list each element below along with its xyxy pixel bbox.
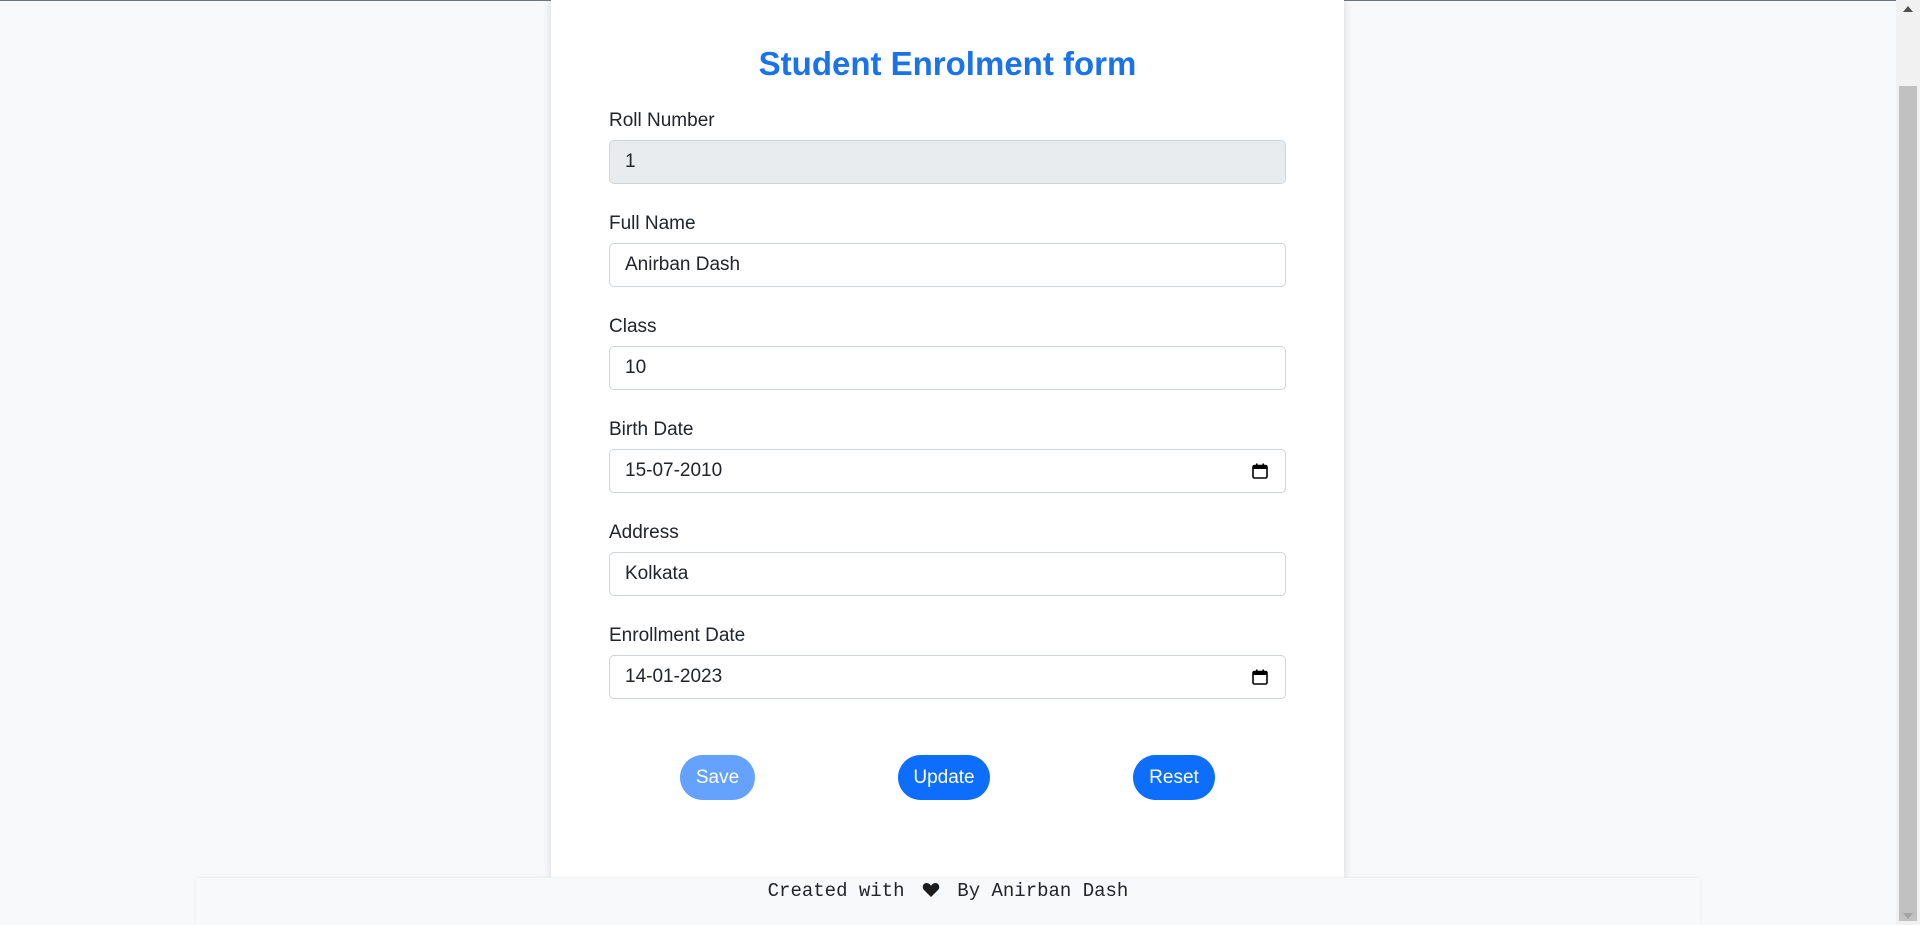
calendar-icon[interactable] [1252,463,1268,479]
full-name-input[interactable]: Anirban Dash [609,243,1286,287]
class-field: Class 10 [609,316,1286,390]
class-label: Class [609,316,657,337]
address-input[interactable]: Kolkata [609,552,1286,596]
scroll-down-arrow-icon[interactable] [1903,913,1913,919]
save-button[interactable]: Save [680,755,755,800]
full-name-label: Full Name [609,213,696,234]
birth-date-label: Birth Date [609,419,694,440]
heart-icon [922,883,940,897]
footer: Created with By Anirban Dash [196,878,1700,925]
address-field: Address Kolkata [609,522,1286,596]
enrolment-card: Student Enrolment form Roll Number 1 Ful… [551,0,1344,878]
scroll-up-arrow-icon[interactable] [1903,6,1913,12]
scroll-thumb[interactable] [1899,86,1917,921]
birth-date-field: Birth Date 15-07-2010 [609,419,1286,493]
footer-prefix: Created with [767,880,905,902]
birth-date-value: 15-07-2010 [625,460,723,481]
enrollment-date-input[interactable]: 14-01-2023 [609,655,1286,699]
enrollment-date-field: Enrollment Date 14-01-2023 [609,625,1286,699]
full-name-field: Full Name Anirban Dash [609,213,1286,287]
enrollment-date-label: Enrollment Date [609,625,746,646]
reset-button[interactable]: Reset [1133,755,1215,800]
calendar-icon[interactable] [1252,669,1268,685]
roll-number-label: Roll Number [609,110,715,131]
update-button[interactable]: Update [898,755,990,800]
roll-number-input[interactable]: 1 [609,140,1286,184]
footer-author: By Anirban Dash [957,880,1129,902]
address-label: Address [609,522,679,543]
vertical-scrollbar[interactable] [1896,0,1920,925]
enrollment-date-value: 14-01-2023 [625,666,723,687]
roll-number-field: Roll Number 1 [609,110,1286,184]
birth-date-input[interactable]: 15-07-2010 [609,449,1286,493]
class-input[interactable]: 10 [609,346,1286,390]
page-title: Student Enrolment form [758,45,1137,82]
